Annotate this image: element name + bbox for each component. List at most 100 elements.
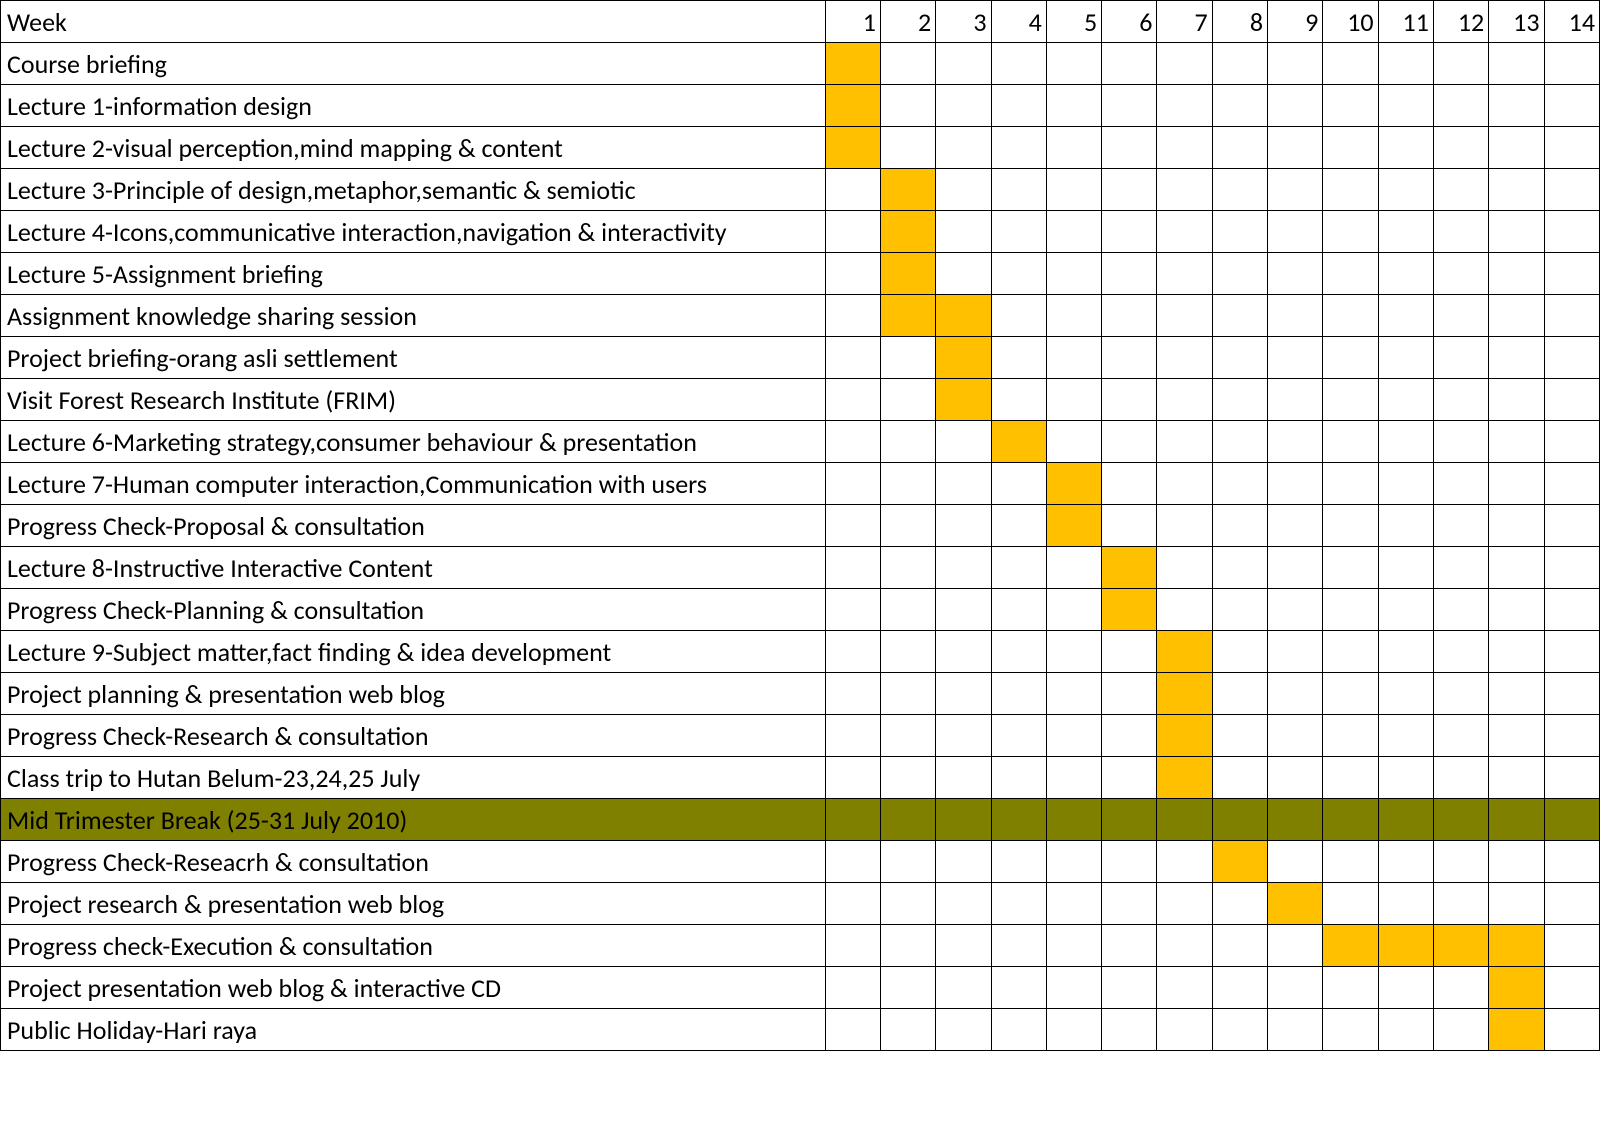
week-cell: [1157, 631, 1212, 673]
table-row: Lecture 4-Icons,communicative interactio…: [1, 211, 1600, 253]
week-cell: [1268, 295, 1323, 337]
table-row: Progress Check-Research & consultation: [1, 715, 1600, 757]
week-cell: [1489, 589, 1544, 631]
week-cell: [1102, 1009, 1157, 1051]
week-cell: [1157, 673, 1212, 715]
week-cell: [1323, 85, 1378, 127]
week-cell: [1157, 295, 1212, 337]
row-label: Progress check-Execution & consultation: [1, 925, 826, 967]
week-cell: [1102, 841, 1157, 883]
week-cell: [880, 589, 935, 631]
week-cell: [1323, 43, 1378, 85]
week-cell: [1378, 631, 1433, 673]
week-cell: [1157, 85, 1212, 127]
week-cell: [1323, 757, 1378, 799]
week-header: 1: [825, 1, 880, 43]
week-cell: [880, 337, 935, 379]
week-cell: [1378, 463, 1433, 505]
row-label: Lecture 1-information design: [1, 85, 826, 127]
week-cell: [880, 211, 935, 253]
week-cell: [1433, 127, 1488, 169]
week-cell: [1323, 883, 1378, 925]
week-cell: [1102, 673, 1157, 715]
week-cell: [936, 673, 991, 715]
week-cell: [880, 925, 935, 967]
week-cell: [1378, 841, 1433, 883]
week-cell: [825, 295, 880, 337]
week-cell: [1433, 715, 1488, 757]
table-row: Project presentation web blog & interact…: [1, 967, 1600, 1009]
week-cell: [1046, 169, 1101, 211]
row-label: Lecture 3-Principle of design,metaphor,s…: [1, 169, 826, 211]
week-cell: [1157, 883, 1212, 925]
week-cell: [825, 967, 880, 1009]
table-row: Progress Check-Proposal & consultation: [1, 505, 1600, 547]
week-cell: [991, 1009, 1046, 1051]
week-cell: [991, 799, 1046, 841]
week-cell: [880, 715, 935, 757]
week-header: 13: [1489, 1, 1544, 43]
week-cell: [991, 169, 1046, 211]
row-label: Class trip to Hutan Belum-23,24,25 July: [1, 757, 826, 799]
week-cell: [1544, 589, 1600, 631]
week-cell: [1268, 925, 1323, 967]
week-cell: [1489, 841, 1544, 883]
week-cell: [880, 253, 935, 295]
table-row: Lecture 8-Instructive Interactive Conten…: [1, 547, 1600, 589]
week-cell: [1157, 547, 1212, 589]
week-cell: [1046, 253, 1101, 295]
week-cell: [1102, 421, 1157, 463]
week-cell: [1046, 883, 1101, 925]
week-cell: [936, 43, 991, 85]
week-cell: [1544, 85, 1600, 127]
week-cell: [1046, 631, 1101, 673]
week-cell: [991, 757, 1046, 799]
week-cell: [1489, 673, 1544, 715]
week-cell: [991, 337, 1046, 379]
week-cell: [880, 295, 935, 337]
week-cell: [1433, 211, 1488, 253]
week-cell: [1378, 85, 1433, 127]
week-cell: [991, 925, 1046, 967]
table-row: Class trip to Hutan Belum-23,24,25 July: [1, 757, 1600, 799]
week-cell: [1046, 1009, 1101, 1051]
week-cell: [1323, 211, 1378, 253]
week-cell: [936, 631, 991, 673]
table-row: Lecture 6-Marketing strategy,consumer be…: [1, 421, 1600, 463]
week-cell: [880, 43, 935, 85]
row-label: Lecture 8-Instructive Interactive Conten…: [1, 547, 826, 589]
week-cell: [1046, 505, 1101, 547]
week-cell: [1544, 337, 1600, 379]
week-cell: [991, 85, 1046, 127]
row-label: Progress Check-Research & consultation: [1, 715, 826, 757]
week-cell: [1268, 1009, 1323, 1051]
week-cell: [880, 379, 935, 421]
week-cell: [1268, 169, 1323, 211]
week-cell: [1433, 925, 1488, 967]
week-cell: [880, 547, 935, 589]
row-label: Project briefing-orang asli settlement: [1, 337, 826, 379]
table-row: Project briefing-orang asli settlement: [1, 337, 1600, 379]
week-cell: [1157, 715, 1212, 757]
week-cell: [1378, 715, 1433, 757]
week-cell: [1268, 673, 1323, 715]
week-cell: [1378, 925, 1433, 967]
week-cell: [1046, 841, 1101, 883]
week-header: 7: [1157, 1, 1212, 43]
week-cell: [1046, 211, 1101, 253]
week-cell: [1433, 169, 1488, 211]
week-cell: [825, 169, 880, 211]
week-cell: [1489, 43, 1544, 85]
week-cell: [1489, 1009, 1544, 1051]
week-cell: [1102, 505, 1157, 547]
week-cell: [825, 505, 880, 547]
row-label: Project planning & presentation web blog: [1, 673, 826, 715]
week-cell: [880, 967, 935, 1009]
week-cell: [1212, 925, 1267, 967]
schedule-table: Week 1 2 3 4 5 6 7 8 9 10 11 12 13 14 Co…: [0, 0, 1600, 1051]
week-cell: [1268, 589, 1323, 631]
week-cell: [1544, 925, 1600, 967]
week-cell: [991, 127, 1046, 169]
row-label: Lecture 5-Assignment briefing: [1, 253, 826, 295]
week-cell: [1102, 127, 1157, 169]
